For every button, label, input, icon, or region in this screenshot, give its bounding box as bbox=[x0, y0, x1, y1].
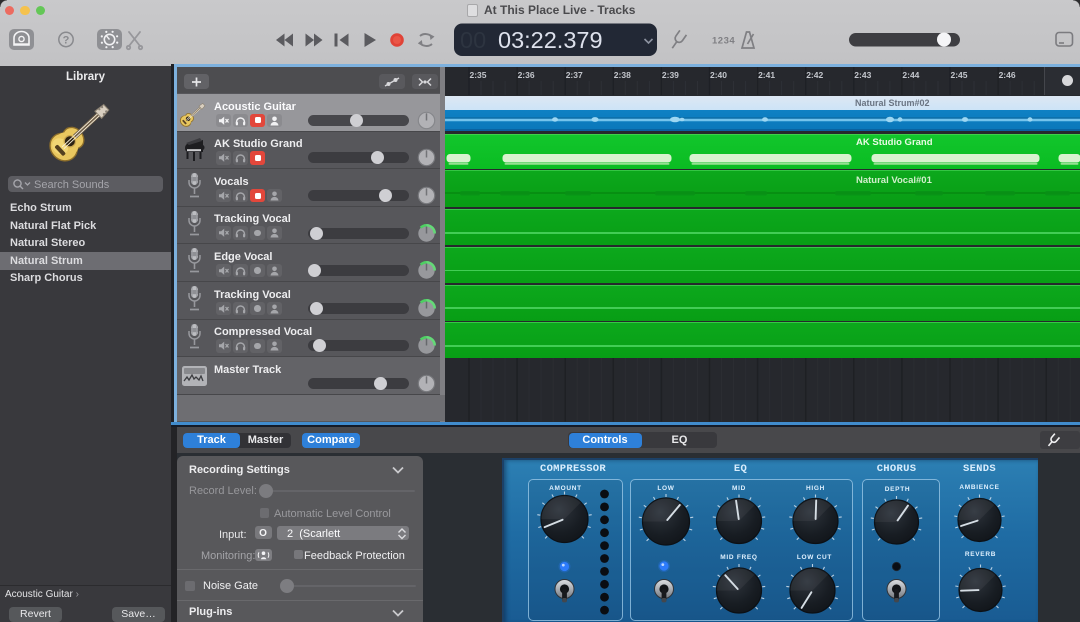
svg-text:2:43: 2:43 bbox=[854, 70, 871, 80]
svg-text:2:39: 2:39 bbox=[661, 70, 678, 80]
svg-text:2:42: 2:42 bbox=[806, 70, 823, 80]
svg-text:2:44: 2:44 bbox=[902, 70, 919, 80]
svg-text:2:38: 2:38 bbox=[613, 70, 630, 80]
svg-text:2:45: 2:45 bbox=[950, 70, 967, 80]
svg-text:1234: 1234 bbox=[712, 36, 735, 47]
svg-text:2:35: 2:35 bbox=[469, 70, 486, 80]
svg-text:?: ? bbox=[63, 35, 70, 47]
svg-text:00: 00 bbox=[460, 27, 486, 53]
svg-text:2:36: 2:36 bbox=[517, 70, 534, 80]
svg-text:2:40: 2:40 bbox=[709, 70, 726, 80]
svg-text:2:37: 2:37 bbox=[565, 70, 582, 80]
svg-text:2:46: 2:46 bbox=[998, 70, 1015, 80]
svg-text:2:41: 2:41 bbox=[758, 70, 775, 80]
svg-text:03:22.379: 03:22.379 bbox=[498, 27, 603, 53]
